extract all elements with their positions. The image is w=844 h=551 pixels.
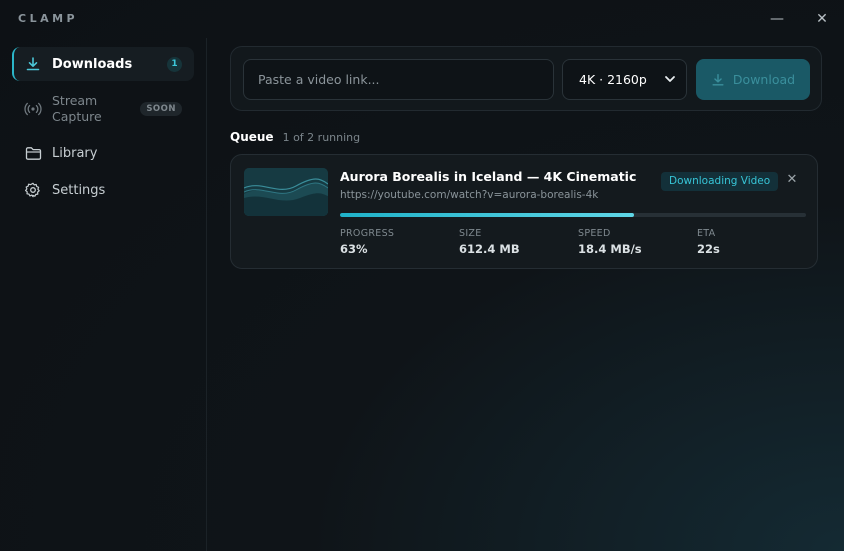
close-window-button[interactable]: ✕	[813, 10, 831, 28]
download-icon	[24, 55, 42, 73]
gear-icon	[24, 181, 42, 199]
sidebar: Downloads 1 Stream Capture SOON Library …	[0, 38, 207, 551]
progress-bar	[340, 213, 806, 217]
queue-item-card: Aurora Borealis in Iceland — 4K Cinemati…	[230, 154, 818, 269]
stat-speed: SPEED 18.4 MB/s	[578, 228, 642, 256]
download-button[interactable]: Download	[696, 59, 810, 100]
queue-subtitle: 1 of 2 running	[282, 131, 361, 144]
sidebar-item-settings[interactable]: Settings	[12, 179, 194, 201]
status-badge: Downloading Video	[661, 172, 779, 191]
stat-eta: ETA 22s	[697, 228, 720, 256]
quality-select[interactable]: 4K · 2160p	[562, 59, 687, 100]
app-brand: CLAMP	[18, 12, 79, 25]
stat-progress: PROGRESS 63%	[340, 228, 395, 256]
cancel-download-button[interactable]: ✕	[785, 173, 799, 187]
video-thumbnail	[244, 168, 328, 216]
sidebar-item-stream-capture[interactable]: Stream Capture SOON	[12, 92, 194, 126]
progress-bar-fill	[340, 213, 634, 217]
chevron-down-icon	[664, 60, 676, 114]
sidebar-item-library[interactable]: Library	[12, 142, 194, 164]
minimize-button[interactable]: —	[768, 10, 786, 28]
broadcast-icon	[24, 100, 42, 118]
download-input-panel: Paste a video link... 4K · 2160p Downloa…	[230, 46, 822, 111]
downloads-count-badge: 1	[167, 56, 182, 72]
url-input[interactable]: Paste a video link...	[243, 59, 554, 100]
folder-icon	[24, 144, 42, 162]
sidebar-item-label: Stream Capture	[52, 93, 102, 124]
stat-size: SIZE 612.4 MB	[459, 228, 520, 256]
queue-header: Queue 1 of 2 running	[230, 130, 360, 144]
queue-title: Queue	[230, 130, 274, 144]
video-title: Aurora Borealis in Iceland — 4K Cinemati…	[340, 169, 637, 184]
video-url: https://youtube.com/watch?v=aurora-borea…	[340, 189, 599, 201]
sidebar-item-label: Downloads	[52, 56, 133, 72]
sidebar-item-label: Library	[52, 145, 98, 161]
soon-badge: SOON	[140, 102, 182, 116]
sidebar-item-label: Settings	[52, 182, 106, 198]
title-bar: CLAMP — ✕	[0, 0, 844, 38]
download-button-label: Download	[732, 72, 796, 87]
quality-select-value: 4K · 2160p	[579, 72, 647, 87]
sidebar-item-downloads[interactable]: Downloads 1	[12, 47, 194, 81]
close-icon: ✕	[786, 172, 798, 187]
download-icon	[712, 73, 724, 86]
